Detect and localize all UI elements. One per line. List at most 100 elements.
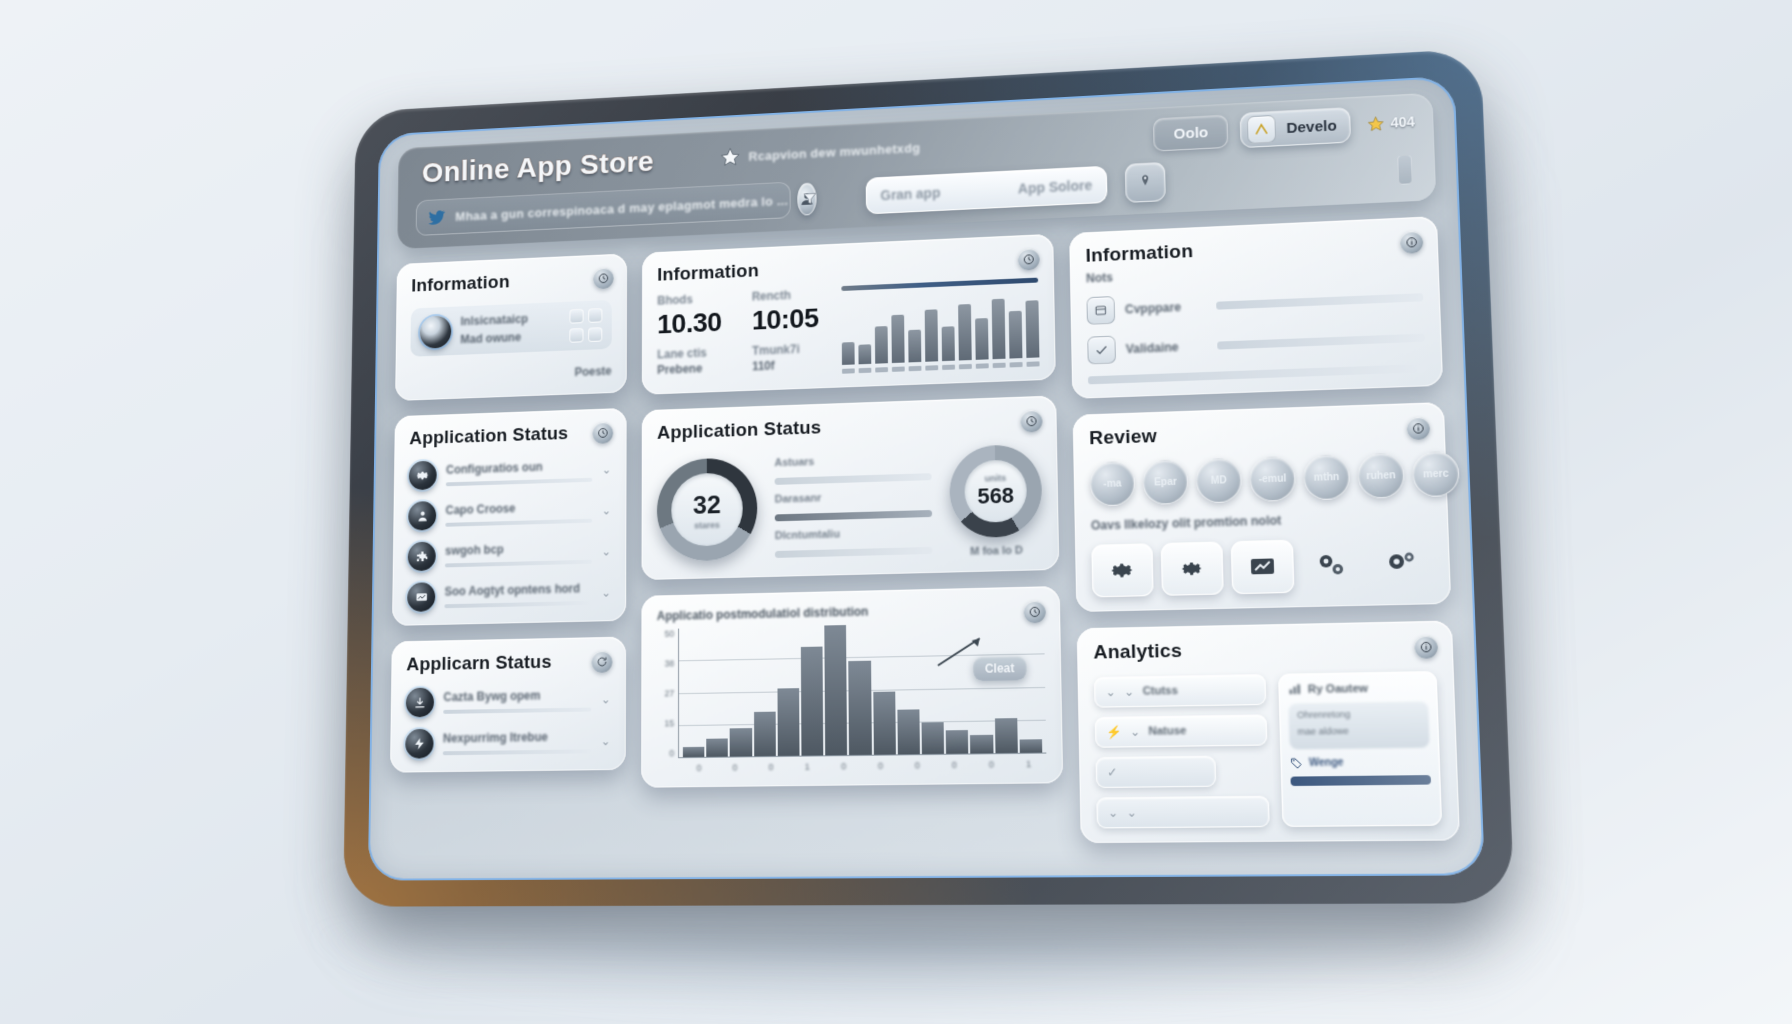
gauge-legend-label: Darasanr xyxy=(774,492,822,506)
chevron-down-icon[interactable]: ⌄ xyxy=(601,586,611,600)
chevron-down-icon[interactable]: ⌄ xyxy=(601,692,611,706)
activity-bar-chart xyxy=(841,277,1040,374)
list-item-bar xyxy=(444,559,592,568)
analytics-row[interactable]: ⌄ ⌄ Ctutss xyxy=(1093,673,1267,708)
info-icon[interactable] xyxy=(1414,635,1439,659)
chart-x-tick-label: 0 xyxy=(768,762,774,773)
star-note-text: Rcapvion dew mwunhetxdg xyxy=(748,139,921,164)
stat-value: 10:05 xyxy=(751,302,819,336)
card-information-left: Information Inlsicnataicp Mad owune Poes… xyxy=(395,253,628,401)
target-icon xyxy=(419,314,452,349)
gauge-value: 568 xyxy=(977,482,1015,509)
chevron-down-icon: ⌄ xyxy=(1126,805,1138,820)
star-icon xyxy=(720,146,741,168)
list-item-bar xyxy=(443,707,592,714)
review-chip[interactable]: mthn xyxy=(1302,454,1351,501)
funnel-icon[interactable] xyxy=(802,191,818,207)
chart-annotation-badge[interactable]: Cleat xyxy=(972,655,1027,682)
check-icon xyxy=(1087,335,1116,365)
gauge-legend-label: Dlcntumtaliu xyxy=(774,528,841,543)
gauge-legend-bar xyxy=(774,546,933,558)
puzzle-icon xyxy=(407,541,436,572)
mini-square[interactable] xyxy=(588,327,603,343)
review-chip[interactable]: Epar xyxy=(1142,459,1189,505)
list-item[interactable]: Configuratios oun ⌄ xyxy=(408,455,612,491)
chart-bar xyxy=(975,317,989,360)
info-row-label-2: Mad owune xyxy=(460,330,522,347)
review-chip[interactable]: -ma xyxy=(1089,460,1136,507)
analytics-panel-tag: Wenge xyxy=(1308,756,1344,769)
analytics-panel-footer[interactable]: Wenge xyxy=(1290,755,1431,769)
chevron-down-icon: ⌄ xyxy=(1123,684,1135,700)
stat-block: Bhods 10.30 xyxy=(657,291,723,344)
chart-bar xyxy=(777,688,800,756)
analytics-row[interactable]: ✓ xyxy=(1095,755,1217,789)
review-chip[interactable]: MD xyxy=(1195,457,1243,504)
chart-bar xyxy=(908,329,922,363)
list-item[interactable]: Nexpurrimg Itrebue ⌄ xyxy=(405,726,610,759)
review-tile[interactable] xyxy=(1230,539,1295,595)
info-icon[interactable] xyxy=(1399,230,1424,254)
analytics-row[interactable]: ⌄ ⌄ xyxy=(1096,795,1270,829)
chart-tick xyxy=(942,364,956,370)
mini-square[interactable] xyxy=(569,327,584,343)
header-star-note: Rcapvion dew mwunhetxdg xyxy=(720,137,920,168)
info-icon[interactable] xyxy=(1406,416,1431,441)
gauge-legend-bar xyxy=(774,509,933,522)
stat-label: Bhods xyxy=(657,292,693,308)
search-input[interactable]: Gran app App Solore xyxy=(865,165,1108,215)
list-item[interactable]: swgoh bcp ⌄ xyxy=(407,537,611,572)
search-right-label: App Solore xyxy=(1017,177,1093,197)
card-histogram: Applicatio postmodulatiol distribution 5… xyxy=(641,586,1064,788)
chart-icon xyxy=(1288,683,1302,697)
card-applicarn-status: Applicarn Status Cazta Bywg opem ⌄ Nexpu… xyxy=(389,636,627,773)
chevron-down-icon[interactable]: ⌄ xyxy=(602,504,612,518)
card-information-center: Information Bhods 10.30 Rencth 10:05 Lan… xyxy=(641,233,1056,395)
review-chip[interactable]: -emul xyxy=(1249,455,1296,502)
chevron-down-icon[interactable]: ⌄ xyxy=(601,545,611,559)
mini-square[interactable] xyxy=(569,308,584,324)
chart-bar xyxy=(897,709,920,755)
gauge-primary: 32 stares xyxy=(656,456,758,562)
check-icon: ✓ xyxy=(1106,765,1118,780)
list-item-label: Validaine xyxy=(1125,340,1179,357)
chart-bar xyxy=(682,746,705,758)
gauge-value: 32 xyxy=(692,489,721,520)
left-column: Information Inlsicnataicp Mad owune Poes… xyxy=(389,253,628,847)
review-tile[interactable] xyxy=(1301,538,1363,593)
mini-square[interactable] xyxy=(588,307,603,323)
card-subtitle: Nots xyxy=(1085,270,1113,286)
chart-bar xyxy=(958,303,972,361)
analytics-row[interactable]: ⚡ ⌄ Natuse xyxy=(1094,714,1268,748)
stat-label: Rencth xyxy=(751,288,791,304)
chart-bars xyxy=(841,290,1040,365)
info-row[interactable]: Inlsicnataicp Mad owune xyxy=(410,299,612,357)
chart-bar xyxy=(970,734,994,754)
card-review: Review -ma Epar MD -emul mthn ruhen merc Oavs … xyxy=(1072,402,1460,613)
chart-bars xyxy=(682,621,1043,758)
chart-bar xyxy=(841,341,855,365)
list-item[interactable]: Cazta Bywg opem ⌄ xyxy=(405,684,611,718)
review-note: Oavs Ilkelozy olit promtion nolot xyxy=(1090,513,1282,533)
stat-value: Prebene xyxy=(657,361,703,377)
stat-value: 110f xyxy=(751,358,775,374)
chart-bar xyxy=(872,691,896,755)
search-action-button[interactable] xyxy=(1124,161,1166,203)
chevron-down-icon[interactable]: ⌄ xyxy=(602,463,612,477)
list-item-bar xyxy=(445,477,593,487)
star-icon xyxy=(1366,115,1384,133)
info-row-text: Inlsicnataicp Mad owune xyxy=(460,311,560,347)
chart-tick xyxy=(842,368,855,374)
list-item[interactable]: Soo Aogtyt opntens hord ⌄ xyxy=(407,578,611,612)
gauge-caption: units xyxy=(984,472,1007,484)
review-chip[interactable]: merc xyxy=(1411,450,1460,498)
clock-icon[interactable] xyxy=(1020,409,1043,433)
stat-label: Lane ctis xyxy=(657,345,707,362)
histogram-chart: 50 38 27 15 0 Cleat xyxy=(657,620,1047,759)
list-item[interactable]: Capo Croose ⌄ xyxy=(408,496,611,531)
chevron-down-icon[interactable]: ⌄ xyxy=(601,734,611,748)
list-item-label: Cvpppare xyxy=(1124,300,1182,317)
review-chip[interactable]: ruhen xyxy=(1357,452,1405,499)
chart-tick xyxy=(992,362,1006,369)
gauge-legend-bar xyxy=(774,473,932,485)
